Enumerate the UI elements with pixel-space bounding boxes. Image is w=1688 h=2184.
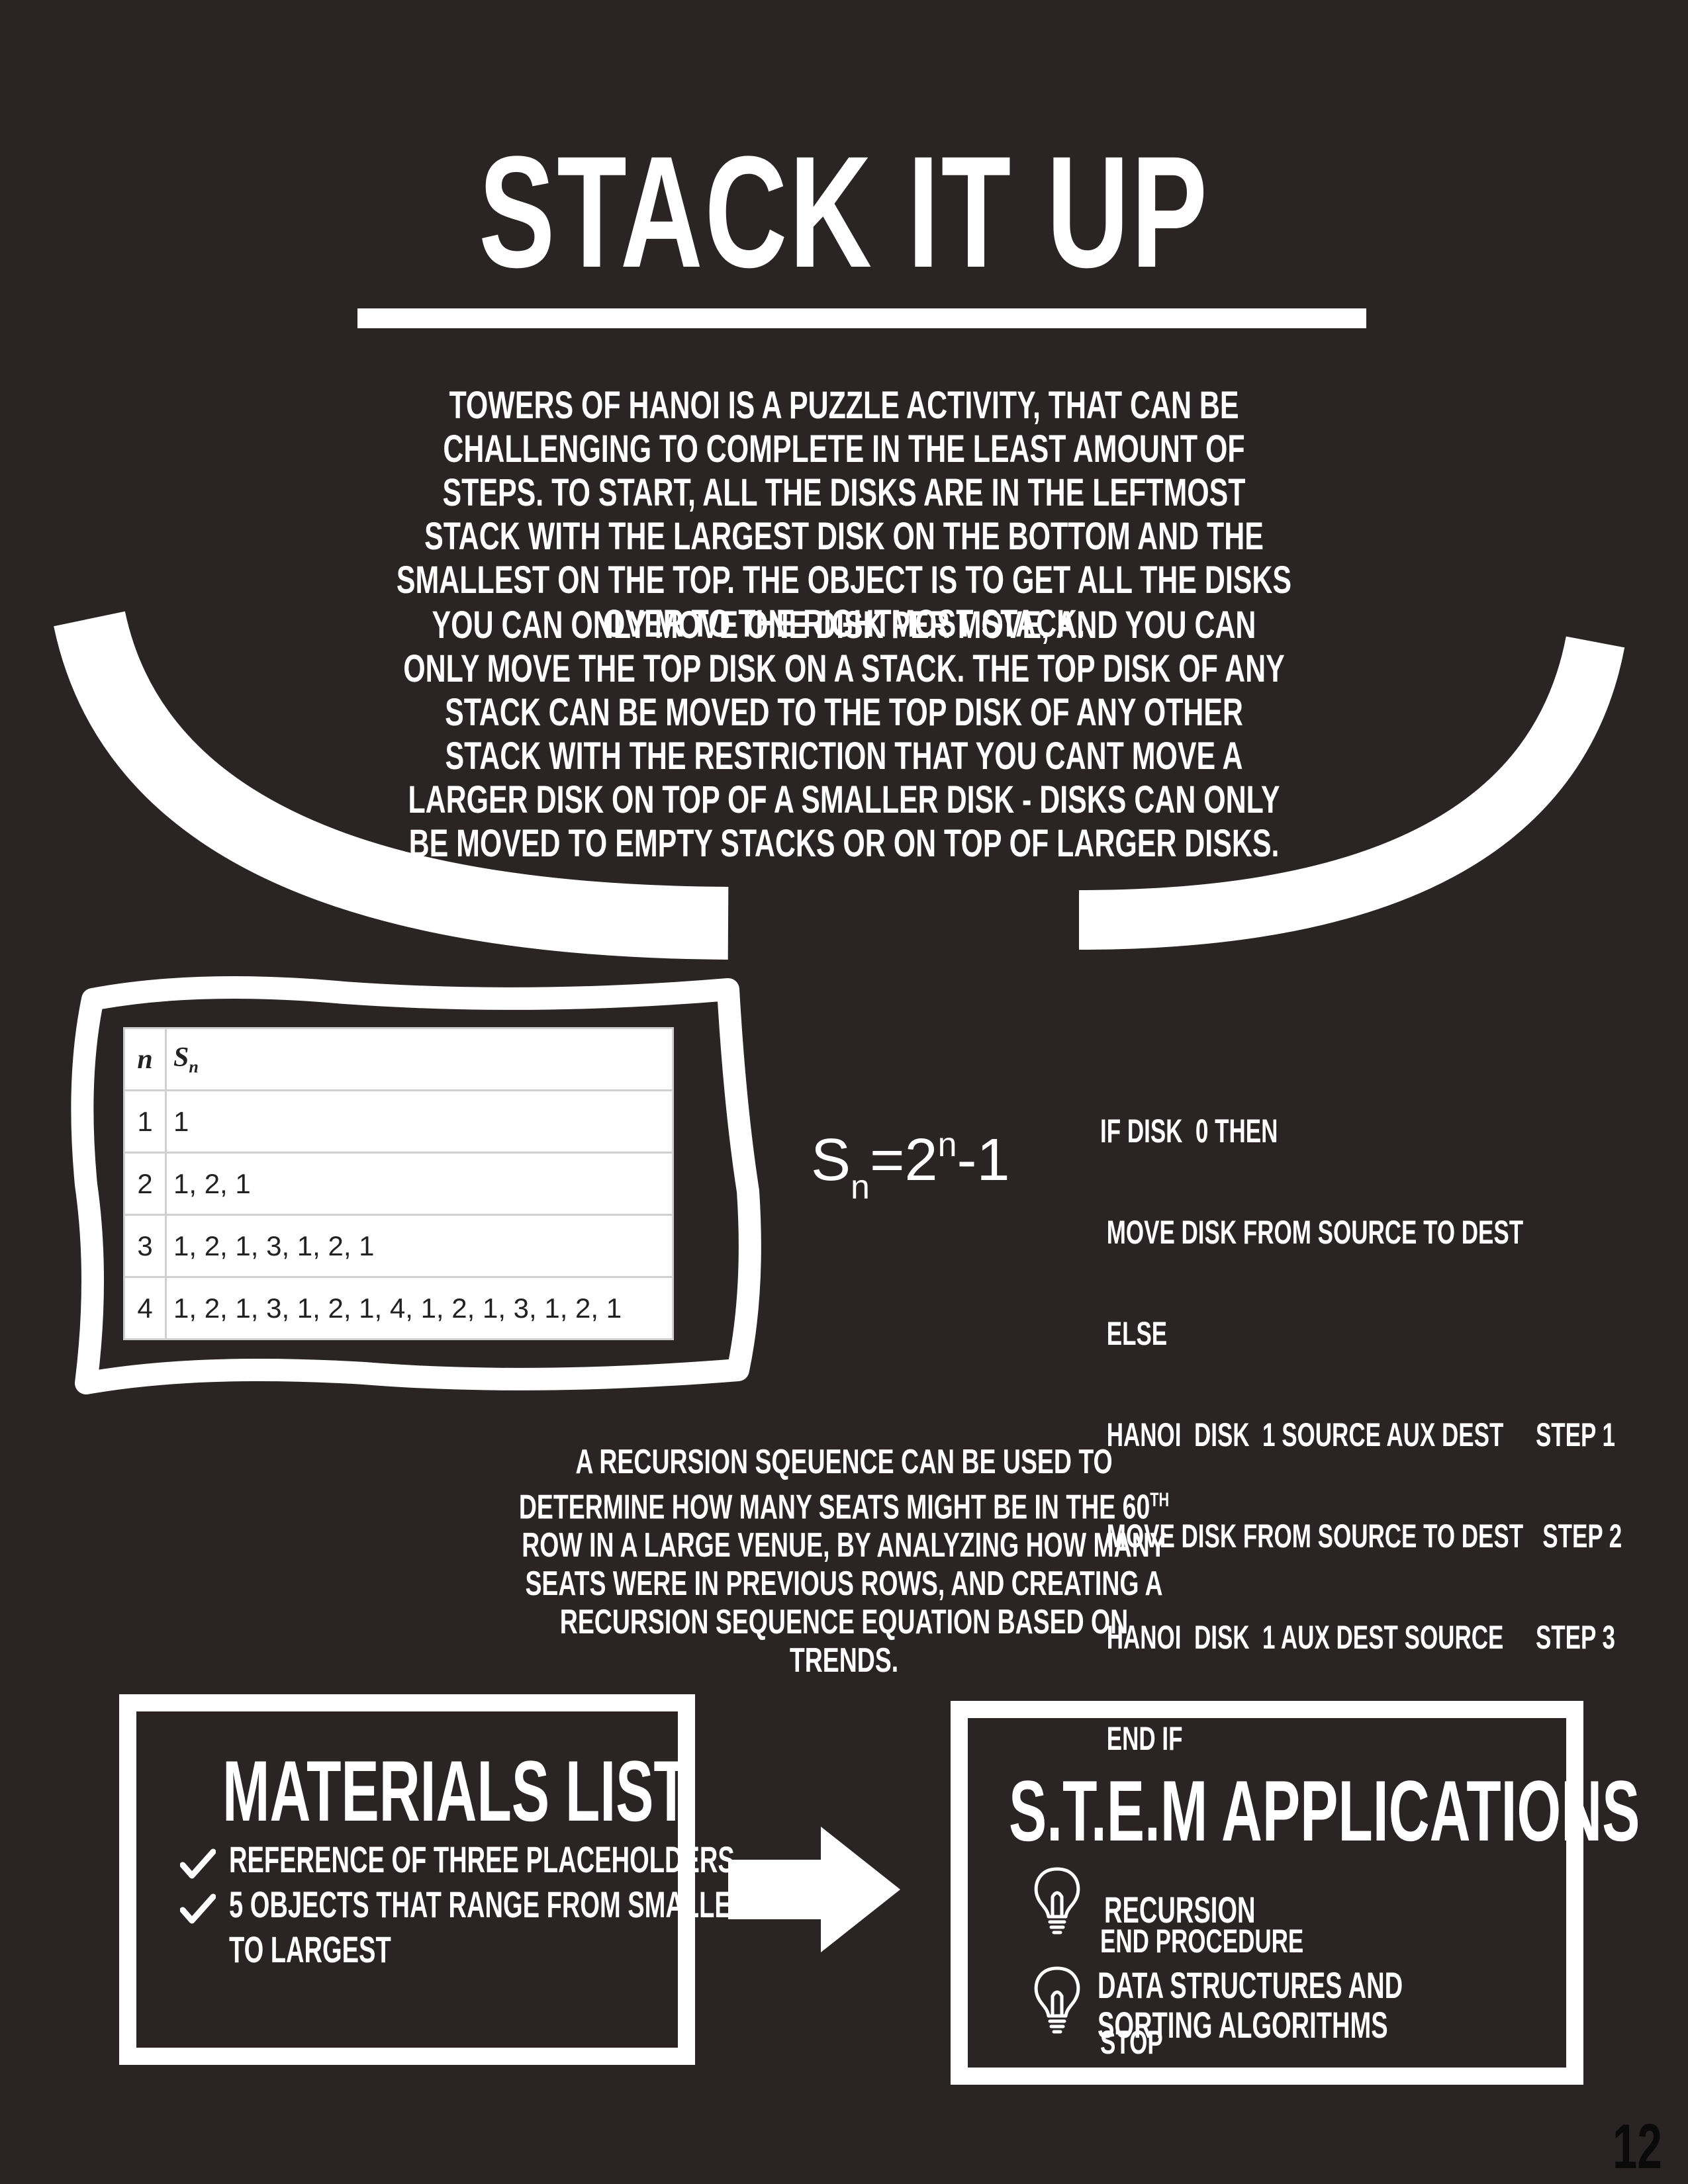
- table-row: 4 1, 2, 1, 3, 1, 2, 1, 4, 1, 2, 1, 3, 1,…: [123, 1276, 674, 1340]
- table-header-row: n Sn: [123, 1027, 674, 1091]
- stem-item: DATA STRUCTURES AND: [1098, 1964, 1403, 2006]
- table-row: 3 1, 2, 1, 3, 1, 2, 1: [123, 1214, 674, 1278]
- table-row: 1 1: [123, 1089, 674, 1154]
- formula-end: -1: [957, 1127, 1010, 1193]
- table-cell-sequence: 1: [165, 1089, 674, 1154]
- table-cell-n: 3: [123, 1214, 167, 1278]
- intro-paragraph-2: YOU CAN ONLY MOVE ONE DISK PER MOVE, AND…: [238, 604, 1450, 866]
- pseudocode-line: MOVE DISK FROM SOURCE TO DEST: [1100, 1214, 1524, 1251]
- formula-sup: n: [937, 1126, 957, 1164]
- table-cell-n: 1: [123, 1089, 167, 1154]
- materials-item: 5 OBJECTS THAT RANGE FROM SMALLEST: [229, 1884, 764, 1925]
- header-n: n: [123, 1027, 167, 1091]
- table-cell-n: 4: [123, 1276, 167, 1340]
- stem-item: SORTING ALGORITHMS: [1098, 2004, 1388, 2046]
- recursion-note-sup: TH: [1150, 1489, 1170, 1511]
- stem-applications-box: S.T.E.M APPLICATIONS RECURSION DATA STRU…: [951, 1701, 1640, 2085]
- pseudocode-line: ELSE: [1100, 1315, 1168, 1352]
- check-icon: [180, 1848, 216, 1879]
- stem-item: RECURSION: [1104, 1889, 1256, 1931]
- table-cell-sequence: 1, 2, 1, 3, 1, 2, 1: [165, 1214, 674, 1278]
- sequence-table: n Sn 1 1 2 1, 2, 1 3 1, 2, 1, 3, 1, 2, 1…: [123, 1027, 674, 1340]
- header-sn-sub: n: [189, 1057, 199, 1077]
- table-row: 2 1, 2, 1: [123, 1152, 674, 1216]
- formula: Sn=2n-1: [811, 1125, 1010, 1207]
- materials-title: MATERIALS LIST: [222, 1743, 688, 1839]
- right-arrow-icon: [728, 1827, 900, 1952]
- lightbulb-icon: [1034, 1867, 1080, 1934]
- materials-box: MATERIALS LIST REFERENCE OF THREE PLACEH…: [119, 1694, 763, 2065]
- recursion-note-part1: A RECURSION SQEUENCE CAN BE USED TO DETE…: [518, 1443, 1150, 1527]
- materials-item: TO LARGEST: [229, 1929, 391, 1970]
- page-number: 12: [1613, 2111, 1662, 2182]
- table-cell-sequence: 1, 2, 1, 3, 1, 2, 1, 4, 1, 2, 1, 3, 1, 2…: [165, 1276, 674, 1340]
- table-cell-sequence: 1, 2, 1: [165, 1152, 674, 1216]
- lightbulb-icon: [1034, 1966, 1080, 2034]
- formula-sub: n: [851, 1168, 870, 1206]
- table-cell-n: 2: [123, 1152, 167, 1216]
- formula-s: S: [811, 1127, 851, 1193]
- recursion-note: A RECURSION SQEUENCE CAN BE USED TO DETE…: [371, 1443, 1317, 1680]
- recursion-note-part2: ROW IN A LARGE VENUE, BY ANALYZING HOW M…: [522, 1526, 1166, 1680]
- intro-text-2: YOU CAN ONLY MOVE ONE DISK PER MOVE, AND…: [403, 604, 1285, 865]
- recursion-note-text: A RECURSION SQEUENCE CAN BE USED TO DETE…: [503, 1443, 1185, 1680]
- pseudocode-line: IF DISK 0 THEN: [1100, 1113, 1278, 1150]
- formula-mid: =2: [869, 1127, 938, 1193]
- stem-title: S.T.E.M APPLICATIONS: [1009, 1762, 1640, 1859]
- materials-item: REFERENCE OF THREE PLACEHOLDERS: [229, 1839, 735, 1880]
- header-sn: Sn: [165, 1027, 674, 1091]
- check-icon: [180, 1893, 216, 1924]
